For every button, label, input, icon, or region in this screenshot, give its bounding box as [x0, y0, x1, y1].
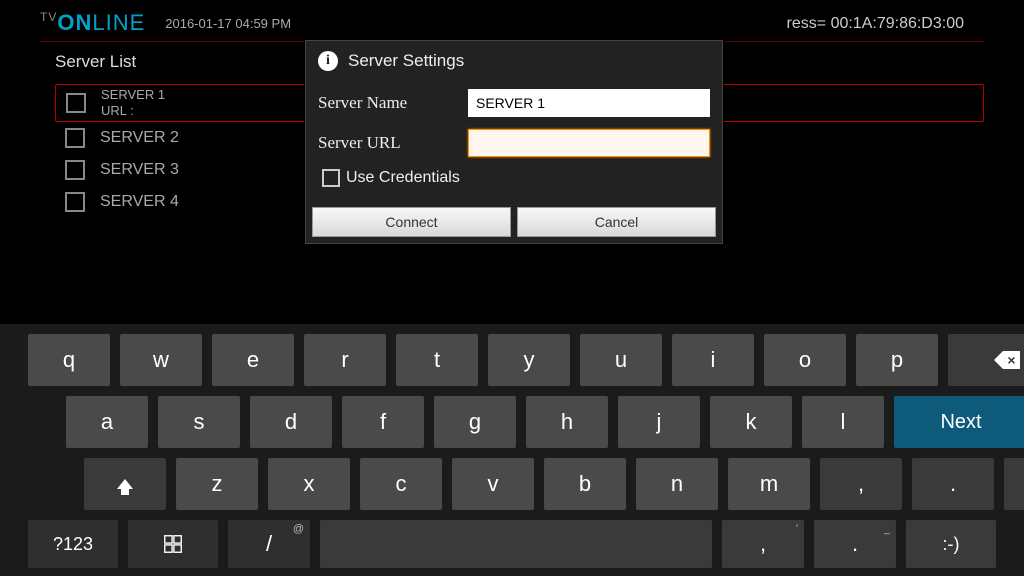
- key-emoji[interactable]: :-): [906, 520, 996, 568]
- server-settings-dialog: i Server Settings Server Name Server URL…: [305, 40, 723, 244]
- key-v[interactable]: v: [452, 458, 534, 510]
- dialog-title: Server Settings: [348, 51, 464, 71]
- use-credentials-label: Use Credentials: [346, 169, 460, 187]
- server-name: SERVER 3: [100, 161, 179, 179]
- key-f[interactable]: f: [342, 396, 424, 448]
- key-period-alt[interactable]: . _: [814, 520, 896, 568]
- key-comma-alt[interactable]: , ': [722, 520, 804, 568]
- checkbox-icon[interactable]: [65, 128, 85, 148]
- shift-icon: [117, 479, 133, 489]
- key-sup: _: [884, 523, 890, 535]
- key-x[interactable]: x: [268, 458, 350, 510]
- server-name-input[interactable]: [468, 89, 710, 117]
- key-language[interactable]: [128, 520, 218, 568]
- key-p[interactable]: p: [856, 334, 938, 386]
- connect-button[interactable]: Connect: [312, 207, 511, 237]
- checkbox-icon[interactable]: [66, 93, 86, 113]
- logo-tv: TV: [40, 10, 57, 24]
- key-l[interactable]: l: [802, 396, 884, 448]
- key-y[interactable]: y: [488, 334, 570, 386]
- key-period[interactable]: .: [912, 458, 994, 510]
- key-c[interactable]: c: [360, 458, 442, 510]
- key-q[interactable]: q: [28, 334, 110, 386]
- key-t[interactable]: t: [396, 334, 478, 386]
- server-url-input[interactable]: [468, 129, 710, 157]
- key-g[interactable]: g: [434, 396, 516, 448]
- logo-on: ON: [57, 10, 92, 35]
- key-w[interactable]: w: [120, 334, 202, 386]
- server-name: SERVER 4: [100, 193, 179, 211]
- mac-label: ress=: [787, 15, 827, 32]
- key-r[interactable]: r: [304, 334, 386, 386]
- cancel-button[interactable]: Cancel: [517, 207, 716, 237]
- key-n[interactable]: n: [636, 458, 718, 510]
- key-comma[interactable]: ,: [820, 458, 902, 510]
- mac-value: 00:1A:79:86:D3:00: [831, 15, 964, 32]
- key-a[interactable]: a: [66, 396, 148, 448]
- key-sup: @: [293, 523, 304, 535]
- key-sup: ': [796, 523, 798, 535]
- app-logo: TVONLINE: [40, 10, 145, 36]
- on-screen-keyboard: q w e r t y u i o p a s d f g h j k l Ne…: [0, 324, 1024, 576]
- key-j[interactable]: j: [618, 396, 700, 448]
- key-s[interactable]: s: [158, 396, 240, 448]
- timestamp: 2016-01-17 04:59 PM: [165, 16, 291, 31]
- key-u[interactable]: u: [580, 334, 662, 386]
- dialog-title-bar: i Server Settings: [306, 41, 722, 81]
- mac-address: ress= 00:1A:79:86:D3:00: [787, 15, 964, 33]
- key-space[interactable]: [320, 520, 712, 568]
- server-url-label: Server URL: [318, 133, 468, 153]
- key-z[interactable]: z: [176, 458, 258, 510]
- checkbox-icon[interactable]: [65, 192, 85, 212]
- info-icon: i: [318, 51, 338, 71]
- key-k[interactable]: k: [710, 396, 792, 448]
- backspace-icon: [994, 351, 1020, 369]
- key-backspace[interactable]: [948, 334, 1024, 386]
- key-h[interactable]: h: [526, 396, 608, 448]
- use-credentials-checkbox[interactable]: [322, 169, 340, 187]
- server-name-label: Server Name: [318, 93, 468, 113]
- key-shift-right[interactable]: [1004, 458, 1024, 510]
- server-url-label: URL :: [101, 103, 165, 119]
- key-slash[interactable]: / @: [228, 520, 310, 568]
- key-d[interactable]: d: [250, 396, 332, 448]
- language-icon: [162, 533, 184, 555]
- key-e[interactable]: e: [212, 334, 294, 386]
- key-o[interactable]: o: [764, 334, 846, 386]
- key-b[interactable]: b: [544, 458, 626, 510]
- logo-line: LINE: [92, 10, 145, 35]
- server-name: SERVER 1: [101, 87, 165, 103]
- key-shift[interactable]: [84, 458, 166, 510]
- server-name: SERVER 2: [100, 129, 179, 147]
- key-i[interactable]: i: [672, 334, 754, 386]
- key-next[interactable]: Next: [894, 396, 1024, 448]
- checkbox-icon[interactable]: [65, 160, 85, 180]
- key-symbols[interactable]: ?123: [28, 520, 118, 568]
- key-m[interactable]: m: [728, 458, 810, 510]
